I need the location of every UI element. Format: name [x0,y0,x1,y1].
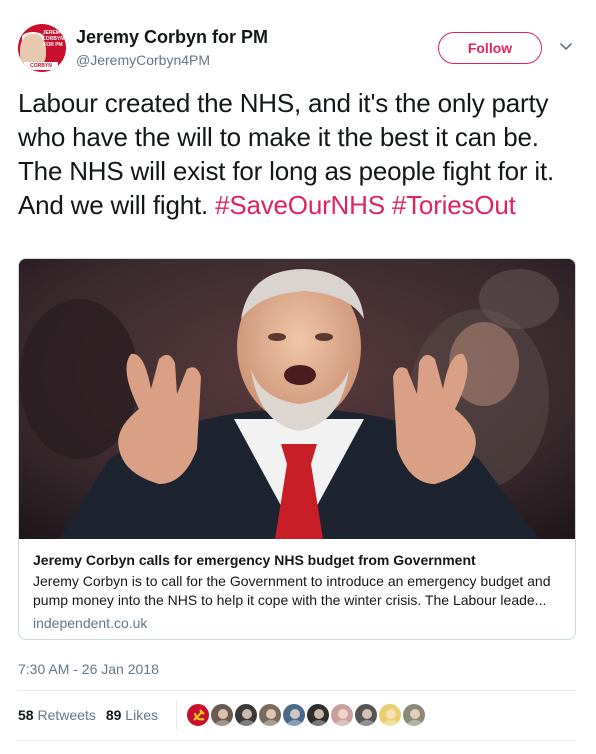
card-image[interactable] [19,259,575,539]
author-avatar[interactable]: JEREMY CORBYN FOR PM CORBYN [18,24,66,72]
author-names: Jeremy Corbyn for PM @JeremyCorbyn4PM [76,26,268,70]
hashtag-toriesout[interactable]: #ToriesOut [392,190,516,220]
likes-label: Likes [125,707,158,723]
divider [18,690,576,691]
liker-avatar[interactable] [354,703,378,727]
card-description: Jeremy Corbyn is to call for the Governm… [33,573,551,608]
liker-avatar[interactable] [210,703,234,727]
likes-count: 89 [105,707,122,723]
avatar-badge-text: JEREMY CORBYN FOR PM [42,30,64,48]
tweet-text: Labour created the NHS, and it's the onl… [18,86,578,222]
liker-avatar[interactable] [234,703,258,727]
liker-avatar[interactable] [258,703,282,727]
card-photo [19,259,575,539]
likes-stat[interactable]: 89 Likes [106,706,158,724]
tweet-timestamp[interactable]: 7:30 AM - 26 Jan 2018 [18,660,159,678]
card-title[interactable]: Jeremy Corbyn calls for emergency NHS bu… [33,551,561,569]
tweet-stats: 58 Retweets 89 Likes [18,706,168,724]
author-handle[interactable]: @JeremyCorbyn4PM [76,50,268,70]
avatar-strip-text: CORBYN [24,62,58,70]
card-body[interactable]: Jeremy Corbyn calls for emergency NHS bu… [19,539,575,639]
liker-avatar[interactable] [282,703,306,727]
card-domain: independent.co.uk [33,615,148,631]
liker-avatar[interactable] [378,703,402,727]
tweet-header: JEREMY CORBYN FOR PM CORBYN Jeremy Corby… [18,24,578,74]
retweets-stat[interactable]: 58 Retweets [18,706,96,724]
link-card[interactable]: Jeremy Corbyn calls for emergency NHS bu… [18,258,576,640]
chevron-down-icon[interactable] [558,38,574,54]
stats-separator [176,700,177,730]
hammer-sickle-icon[interactable] [186,703,210,727]
divider [18,740,576,741]
retweets-label: Retweets [37,707,96,723]
follow-button[interactable]: Follow [438,32,542,64]
liker-avatar[interactable] [306,703,330,727]
retweets-count: 58 [18,707,34,723]
liker-avatar[interactable] [402,703,426,727]
hashtag-saveournhs[interactable]: #SaveOurNHS [215,190,385,220]
author-display-name[interactable]: Jeremy Corbyn for PM [76,26,268,48]
liker-avatar[interactable] [330,703,354,727]
